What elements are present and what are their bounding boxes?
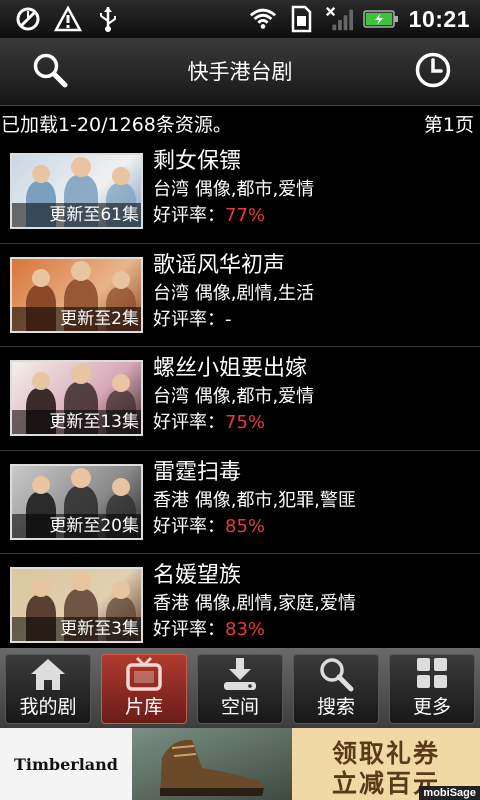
episode-badge: 更新至13集: [12, 410, 141, 434]
search-icon: [315, 655, 357, 693]
drama-thumbnail: 更新至61集: [10, 153, 143, 229]
warning-icon: [54, 5, 82, 33]
rating-value: 77%: [225, 205, 266, 226]
drama-tags: 台湾 偶像,都市,爱情: [153, 386, 315, 407]
wifi-icon: [249, 5, 277, 33]
battery-icon: [362, 5, 399, 33]
drama-thumbnail: 更新至2集: [10, 256, 143, 333]
tab-library[interactable]: 片库: [101, 654, 187, 724]
list-item[interactable]: 更新至13集 螺丝小姐要出嫁 台湾 偶像,都市,爱情 好评率：75%: [0, 347, 480, 451]
drama-title: 雷霆扫毒: [153, 459, 242, 485]
ad-banner[interactable]: Timberland 领取礼券 立减百元 mobiSage: [0, 728, 480, 800]
drama-meta: 剩女保镖 台湾 偶像,都市,爱情 好评率：77%: [153, 147, 314, 229]
tab-label: 搜索: [316, 696, 355, 718]
tab-label: 更多: [412, 696, 451, 718]
rating-label: 好评率：: [153, 205, 225, 226]
rating-label: 好评率：: [153, 515, 225, 537]
home-icon: [27, 655, 69, 693]
episode-badge: 更新至20集: [12, 513, 141, 538]
drama-title: 名媛望族: [153, 563, 242, 588]
page-title: 快手港台剧: [187, 60, 293, 84]
tab-my-dramas[interactable]: 我的剧: [5, 654, 91, 724]
ad-brand-name: Timberland: [14, 754, 118, 774]
tv-icon: [123, 655, 165, 693]
clock-icon: [414, 51, 452, 93]
drama-rating: 好评率：85%: [153, 514, 356, 540]
rating-value: -: [225, 308, 232, 330]
drama-meta: 歌谣风华初声 台湾 偶像,剧情,生活 好评率：-: [153, 251, 314, 333]
drama-meta: 螺丝小姐要出嫁 台湾 偶像,都市,爱情 好评率：75%: [153, 354, 314, 436]
history-button[interactable]: [411, 50, 455, 94]
drama-title: 歌谣风华初声: [153, 252, 286, 278]
drama-meta: 雷霆扫毒 香港 偶像,都市,犯罪,警匪 好评率：85%: [153, 458, 356, 540]
drama-tags: 香港 偶像,都市,犯罪,警匪: [153, 489, 356, 511]
rating-label: 好评率：: [153, 412, 225, 433]
list-item[interactable]: 更新至3集 名媛望族 香港 偶像,剧情,家庭,爱情 好评率：83%: [0, 554, 480, 658]
usb-icon: [94, 5, 122, 33]
drama-thumbnail: 更新至13集: [10, 360, 143, 436]
rating-value: 75%: [225, 412, 266, 433]
tab-space[interactable]: 空间: [197, 654, 283, 724]
no-signal-icon: [14, 5, 42, 33]
list-item[interactable]: 更新至2集 歌谣风华初声 台湾 偶像,剧情,生活 好评率：-: [0, 244, 480, 347]
drama-tags: 台湾 偶像,都市,爱情: [153, 179, 315, 200]
load-status-bar: 已加载1-20/1268条资源。 第1页: [0, 106, 480, 140]
loaded-count: 已加载1-20/1268条资源。: [1, 113, 232, 136]
drama-thumbnail: 更新至20集: [10, 463, 143, 540]
sim-card-icon: [287, 5, 315, 33]
drama-meta: 名媛望族 香港 偶像,剧情,家庭,爱情 好评率：83%: [153, 561, 356, 643]
tab-label: 片库: [124, 696, 163, 718]
drama-tags: 台湾 偶像,剧情,生活: [153, 282, 315, 304]
bottom-tab-bar: 我的剧 片库 空间 搜索 更多: [0, 648, 480, 728]
download-icon: [219, 655, 261, 693]
rating-label: 好评率：: [153, 619, 225, 640]
drama-title: 剩女保镖: [153, 149, 242, 174]
rating-value: 83%: [225, 619, 266, 640]
tab-more[interactable]: 更多: [389, 654, 475, 724]
list-item[interactable]: 更新至20集 雷霆扫毒 香港 偶像,都市,犯罪,警匪 好评率：85%: [0, 451, 480, 554]
app-header: 快手港台剧: [0, 38, 480, 106]
ad-brand-logo: Timberland: [0, 728, 132, 800]
grid-icon: [411, 655, 453, 693]
drama-rating: 好评率：83%: [153, 617, 356, 643]
page-indicator: 第1页: [423, 113, 474, 136]
drama-rating: 好评率：75%: [153, 410, 314, 436]
status-bar: 10:21: [0, 0, 480, 38]
search-button[interactable]: [28, 50, 72, 94]
drama-rating: 好评率：-: [153, 307, 314, 333]
ad-product-image: [132, 728, 292, 800]
drama-rating: 好评率：77%: [153, 203, 314, 229]
drama-thumbnail: 更新至3集: [10, 567, 143, 643]
tab-label: 我的剧: [19, 696, 77, 718]
rating-label: 好评率：: [153, 308, 225, 330]
drama-tags: 香港 偶像,剧情,家庭,爱情: [153, 593, 356, 614]
list-item[interactable]: 更新至61集 剩女保镖 台湾 偶像,都市,爱情 好评率：77%: [0, 140, 480, 244]
rating-value: 85%: [225, 515, 266, 537]
drama-list: 更新至61集 剩女保镖 台湾 偶像,都市,爱情 好评率：77% 更新至2集 歌谣…: [0, 140, 480, 658]
episode-badge: 更新至3集: [12, 617, 141, 641]
tab-label: 空间: [220, 696, 259, 718]
clock-time: 10:21: [408, 5, 470, 32]
ad-network-label: mobiSage: [419, 786, 480, 800]
drama-title: 螺丝小姐要出嫁: [153, 356, 308, 381]
tab-search[interactable]: 搜索: [293, 654, 379, 724]
episode-badge: 更新至2集: [12, 306, 141, 331]
episode-badge: 更新至61集: [12, 203, 141, 227]
search-icon: [32, 52, 68, 92]
signal-strength-icon: [325, 5, 353, 33]
